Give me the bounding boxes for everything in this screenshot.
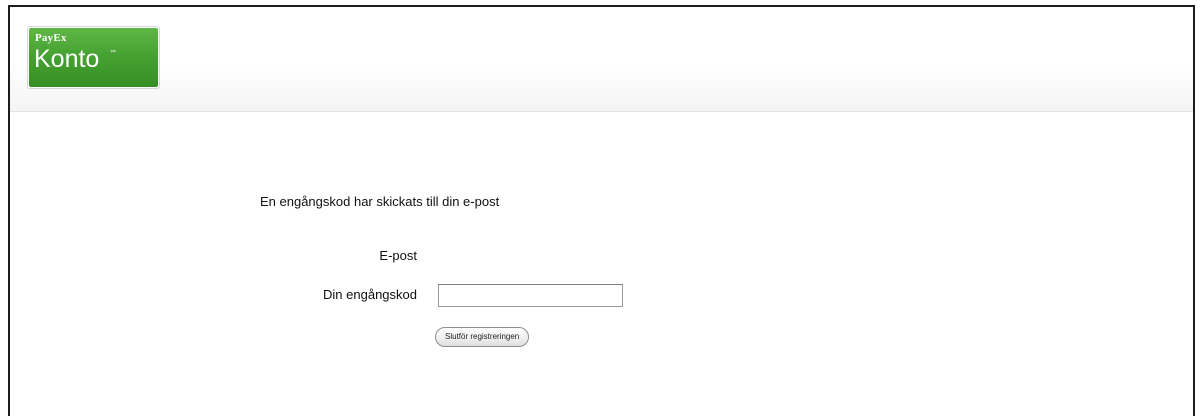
code-label: Din engångskod [323, 287, 417, 302]
logo-name-text: Konto [34, 45, 100, 73]
logo-brand-text: PayEx [35, 32, 67, 44]
logo-trademark: ™ [110, 50, 116, 56]
one-time-code-input[interactable] [438, 284, 623, 307]
page-frame: PayEx Konto ™ En engångskod har skickats… [8, 5, 1195, 416]
email-label: E-post [379, 248, 417, 263]
complete-registration-button[interactable]: Slutför registreringen [435, 327, 530, 347]
header: PayEx Konto ™ [10, 7, 1193, 112]
payex-konto-logo[interactable]: PayEx Konto ™ [27, 26, 160, 89]
logo-badge: PayEx Konto ™ [29, 28, 158, 87]
confirmation-message: En engångskod har skickats till din e-po… [260, 194, 500, 209]
